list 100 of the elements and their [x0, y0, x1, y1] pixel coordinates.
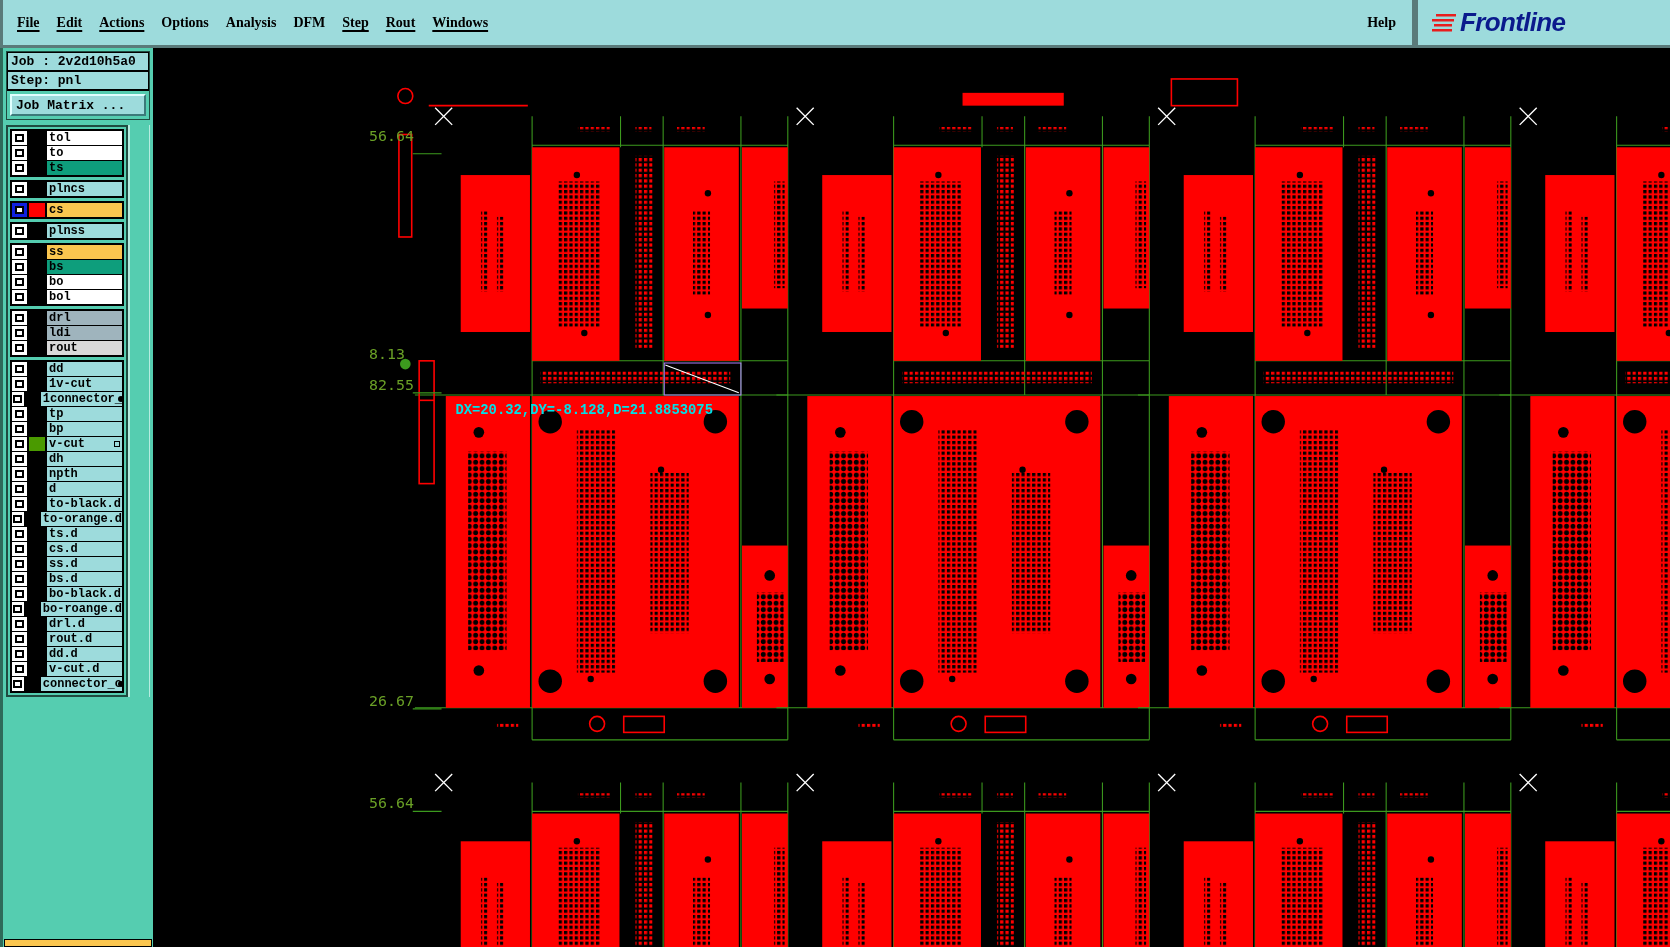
layer-name-field[interactable]: dh — [47, 452, 122, 466]
layer-toggle-box[interactable] — [12, 632, 27, 646]
layer-toggle-box[interactable] — [12, 617, 27, 631]
layer-name-field[interactable]: rout.d — [47, 632, 122, 646]
layer-toggle-box[interactable] — [12, 602, 24, 616]
menu-item[interactable]: File — [17, 12, 40, 33]
layer-toggle-box[interactable] — [12, 557, 27, 571]
layer-name: drl — [49, 311, 71, 325]
layer-toggle-box[interactable] — [12, 467, 27, 481]
layer-name-field[interactable]: ss.d — [47, 557, 122, 571]
layer-name-field[interactable]: tol — [47, 131, 122, 145]
layer-name-field[interactable]: ldi — [47, 326, 122, 340]
layer-name: to — [49, 146, 64, 160]
layer-name: v-cut.d — [49, 662, 100, 676]
layer-name: plncs — [49, 182, 85, 196]
layer-toggle-box[interactable] — [12, 647, 27, 661]
layer-toggle-box[interactable] — [12, 482, 27, 496]
layer-toggle-box[interactable] — [12, 131, 27, 145]
menu-item[interactable]: Step — [342, 12, 369, 33]
layer-toggle-box[interactable] — [12, 527, 27, 541]
menu-item[interactable]: Analysis — [225, 12, 277, 33]
layer-toggle-box[interactable] — [12, 182, 27, 196]
layer-name-field[interactable]: 1connector_ — [40, 392, 122, 406]
layer-name: rout — [49, 341, 78, 355]
layer-name-field[interactable]: cs — [47, 203, 122, 217]
layer-name-field[interactable]: bo-black.d — [47, 587, 122, 601]
layer-name-field[interactable]: plncs — [47, 182, 122, 196]
menu-item[interactable]: Windows — [432, 12, 489, 33]
coordinate-label: 82.55 — [369, 375, 414, 394]
job-name: Job : 2v2d10h5a0 — [7, 52, 149, 71]
menu-item[interactable]: DFM — [293, 12, 326, 33]
layer-toggle-box[interactable] — [12, 275, 27, 289]
layer-name-field[interactable]: bo — [47, 275, 122, 289]
layer-name: dd — [49, 362, 64, 376]
layer-toggle-box[interactable] — [12, 161, 27, 175]
layer-toggle-box[interactable] — [12, 542, 27, 556]
layer-name-field[interactable]: connector_o — [40, 677, 122, 691]
layer-name-field[interactable]: tp — [47, 407, 122, 421]
layer-name-field[interactable]: dd.d — [47, 647, 122, 661]
layer-toggle-box[interactable] — [12, 260, 27, 274]
layer-name: tol — [49, 131, 71, 145]
layer-name-field[interactable]: npth — [47, 467, 122, 481]
layer-toggle-box[interactable] — [12, 362, 27, 376]
layer-name-field[interactable]: bs.d — [47, 572, 122, 586]
layer-name-field[interactable]: v-cut.d — [47, 662, 122, 676]
layer-toggle-box[interactable] — [12, 422, 27, 436]
layer-name-field[interactable]: v-cut — [47, 437, 122, 451]
layer-toggle-box[interactable] — [12, 326, 27, 340]
layer-toggle-box[interactable] — [12, 311, 27, 325]
menu-item[interactable]: Options — [161, 12, 209, 33]
layer-name-field[interactable]: rout — [47, 341, 122, 355]
layer-toggle-box[interactable] — [12, 587, 27, 601]
step-name: Step: pnl — [7, 71, 149, 90]
layer-name-field[interactable]: to — [47, 146, 122, 160]
layer-name-field[interactable]: 1v-cut — [47, 377, 122, 391]
layer-name-field[interactable]: ts — [47, 161, 122, 175]
menu-item[interactable]: Edit — [56, 12, 83, 33]
layer-name: ss — [49, 245, 64, 259]
layer-name: tp — [49, 407, 64, 421]
layer-name: drl.d — [49, 617, 85, 631]
layer-toggle-box[interactable] — [12, 224, 27, 238]
layer-name: dh — [49, 452, 64, 466]
layer-toggle-box[interactable] — [12, 392, 24, 406]
layer-name-field[interactable]: plnss — [47, 224, 122, 238]
help-menu[interactable]: Help — [1367, 12, 1396, 33]
layer-toggle-box[interactable] — [12, 203, 27, 217]
layer-toggle-box[interactable] — [12, 146, 27, 160]
layer-name-field[interactable]: to-black.d — [47, 497, 122, 511]
layer-name-field[interactable]: bo-roange.d — [40, 602, 122, 616]
layer-toggle-box[interactable] — [12, 290, 27, 304]
layer-name-field[interactable]: bs — [47, 260, 122, 274]
layer-name: bs.d — [49, 572, 78, 586]
layer-toggle-box[interactable] — [12, 497, 27, 511]
layer-name: ts — [49, 161, 64, 175]
layer-toggle-box[interactable] — [12, 512, 24, 526]
layer-name-field[interactable]: bol — [47, 290, 122, 304]
layer-name-field[interactable]: ts.d — [47, 527, 122, 541]
layer-name: bs — [49, 260, 64, 274]
menu-item[interactable]: Rout — [385, 12, 416, 33]
layer-name-field[interactable]: cs.d — [47, 542, 122, 556]
layer-toggle-box[interactable] — [12, 452, 27, 466]
layer-toggle-box[interactable] — [12, 437, 27, 451]
layer-name-field[interactable]: dd — [47, 362, 122, 376]
layer-name-field[interactable]: drl.d — [47, 617, 122, 631]
menu-item[interactable]: Actions — [99, 12, 145, 33]
layer-name-field[interactable]: to-orange.d — [40, 512, 122, 526]
layer-toggle-box[interactable] — [12, 572, 27, 586]
layer-name-field[interactable]: d — [47, 482, 122, 496]
layer-name-field[interactable]: drl — [47, 311, 122, 325]
layer-toggle-box[interactable] — [12, 407, 27, 421]
job-matrix-button[interactable]: Job Matrix ... — [10, 94, 146, 116]
layer-name: bp — [49, 422, 64, 436]
layer-name-field[interactable]: ss — [47, 245, 122, 259]
layer-toggle-box[interactable] — [12, 677, 24, 691]
layer-toggle-box[interactable] — [12, 341, 27, 355]
layer-toggle-box[interactable] — [12, 377, 27, 391]
layer-toggle-box[interactable] — [12, 245, 27, 259]
layer-name-field[interactable]: bp — [47, 422, 122, 436]
layer-name: d — [49, 482, 57, 496]
layer-toggle-box[interactable] — [12, 662, 27, 676]
